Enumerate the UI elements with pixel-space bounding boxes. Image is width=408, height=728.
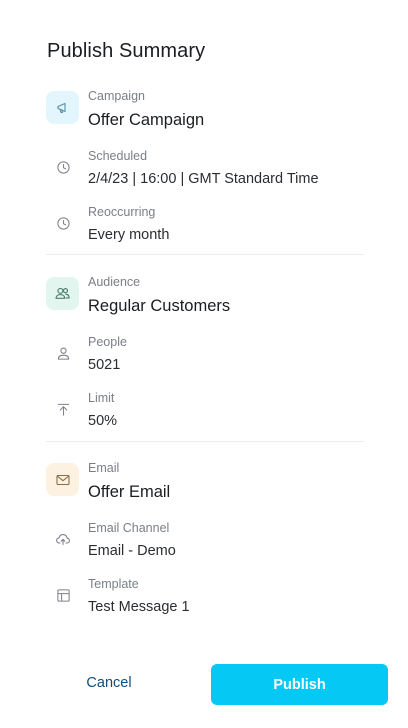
users-icon <box>46 277 79 310</box>
page-title: Publish Summary <box>47 40 206 62</box>
publish-button[interactable]: Publish <box>211 664 388 705</box>
template-icon <box>55 587 71 603</box>
email-value: Offer Email <box>88 483 171 501</box>
clock-icon <box>55 215 71 231</box>
audience-label: Audience <box>88 275 141 289</box>
scheduled-value: 2/4/23 | 16:00 | GMT Standard Time <box>88 171 319 187</box>
audience-section: Audience Regular Customers People 5021 L… <box>46 275 364 449</box>
template-label: Template <box>88 577 139 591</box>
user-icon <box>55 345 71 361</box>
audience-value: Regular Customers <box>88 297 231 315</box>
template-value: Test Message 1 <box>88 599 190 615</box>
email-channel-row: Email Channel Email - Demo <box>46 521 364 579</box>
campaign-value: Offer Campaign <box>88 111 205 129</box>
megaphone-icon <box>46 91 79 124</box>
scheduled-row: Scheduled 2/4/23 | 16:00 | GMT Standard … <box>46 149 364 207</box>
clock-icon <box>55 159 71 175</box>
email-channel-value: Email - Demo <box>88 543 176 559</box>
reoccurring-label: Reoccurring <box>88 205 156 219</box>
people-row: People 5021 <box>46 335 364 393</box>
limit-label: Limit <box>88 391 115 405</box>
email-row: Email Offer Email <box>46 461 364 523</box>
envelope-icon <box>46 463 79 496</box>
template-row: Template Test Message 1 <box>46 577 364 635</box>
campaign-label: Campaign <box>88 89 145 103</box>
cancel-button[interactable]: Cancel <box>68 666 150 700</box>
people-value: 5021 <box>88 357 121 373</box>
divider <box>46 254 364 255</box>
reoccurring-value: Every month <box>88 227 170 243</box>
campaign-row: Campaign Offer Campaign <box>46 89 364 151</box>
people-label: People <box>88 335 127 349</box>
campaign-section: Campaign Offer Campaign Scheduled 2/4/23… <box>46 89 364 263</box>
audience-row: Audience Regular Customers <box>46 275 364 337</box>
email-section: Email Offer Email Email Channel Email - … <box>46 461 364 635</box>
upload-limit-icon <box>55 401 71 417</box>
limit-value: 50% <box>88 413 118 429</box>
cloud-upload-icon <box>55 531 71 547</box>
scheduled-label: Scheduled <box>88 149 148 163</box>
divider <box>46 441 364 442</box>
email-channel-label: Email Channel <box>88 521 170 535</box>
email-label: Email <box>88 461 120 475</box>
